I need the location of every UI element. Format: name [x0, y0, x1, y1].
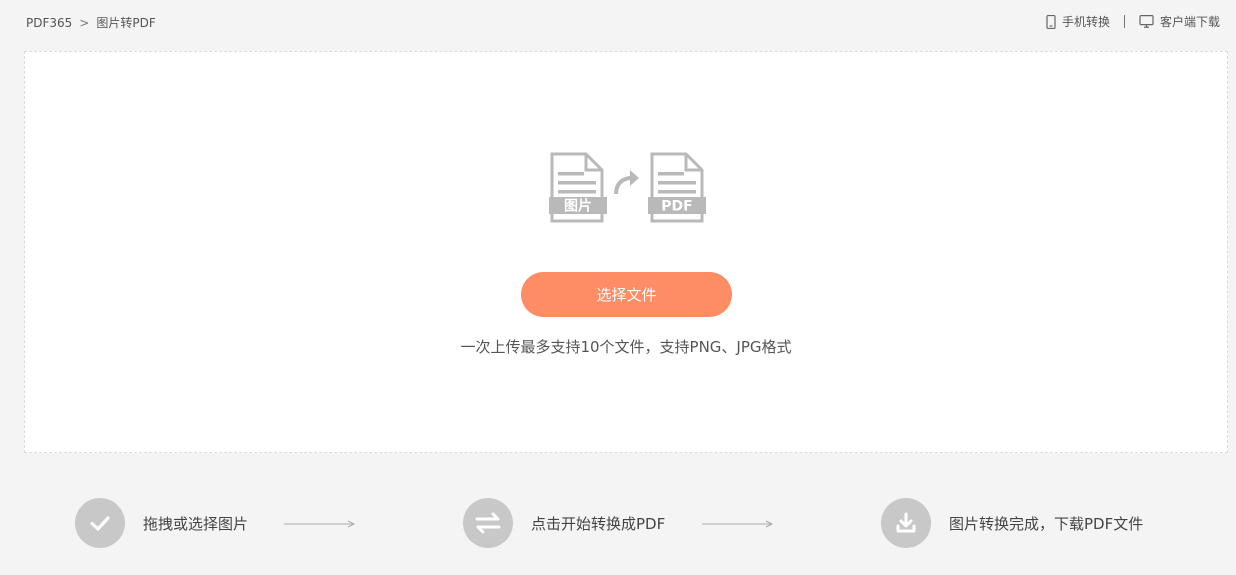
pdf-document-icon: PDF [648, 152, 706, 223]
mobile-phone-icon [1046, 14, 1056, 29]
top-bar: PDF365 > 图片转PDF 手机转换 客户端下载 [0, 0, 1236, 44]
step-3-label: 图片转换完成，下载PDF文件 [949, 514, 1144, 533]
select-file-button[interactable]: 选择文件 [521, 272, 732, 317]
image-to-pdf-illustration: 图片 PDF [549, 152, 706, 223]
mobile-convert-link[interactable]: 手机转换 [1046, 13, 1110, 30]
swap-arrows-icon [475, 512, 501, 534]
target-doc-label: PDF [661, 199, 692, 215]
source-doc-label: 图片 [564, 198, 592, 215]
step-3: 图片转换完成，下载PDF文件 [881, 498, 1143, 548]
step-1-arrow-icon [284, 520, 356, 528]
monitor-icon [1139, 15, 1154, 28]
top-links-divider [1123, 15, 1125, 28]
step-2-circle [463, 498, 513, 548]
curved-arrow-icon [614, 170, 639, 195]
client-download-label: 客户端下载 [1159, 15, 1220, 29]
breadcrumb-current: 图片转PDF [96, 16, 156, 30]
client-download-link[interactable]: 客户端下载 [1139, 13, 1220, 30]
breadcrumb-root-link[interactable]: PDF365 [26, 16, 72, 30]
image-document-icon: 图片 [549, 152, 607, 223]
step-2-arrow-icon [702, 520, 774, 528]
check-icon [90, 516, 110, 531]
step-3-circle [881, 498, 931, 548]
step-1-label: 拖拽或选择图片 [143, 514, 249, 533]
upload-hint: 一次上传最多支持10个文件，支持PNG、JPG格式 [460, 338, 792, 356]
upload-drop-area[interactable]: 图片 PDF 选择文件 一次上传最多支持10个文件，支持PNG、JPG格式 [24, 51, 1228, 453]
step-1-circle [75, 498, 125, 548]
step-2-label: 点击开始转换成PDF [531, 514, 666, 533]
mobile-convert-label: 手机转换 [1061, 15, 1110, 29]
breadcrumb-separator: > [79, 15, 90, 30]
top-links: 手机转换 客户端下载 [1046, 13, 1220, 30]
step-1: 拖拽或选择图片 [75, 498, 248, 548]
conversion-steps: 拖拽或选择图片 点击开始转换成PDF 图片转换完成，下载PDF文件 [0, 474, 1236, 575]
download-icon [896, 512, 916, 533]
step-2: 点击开始转换成PDF [463, 498, 665, 548]
breadcrumb: PDF365 > 图片转PDF [26, 14, 156, 31]
